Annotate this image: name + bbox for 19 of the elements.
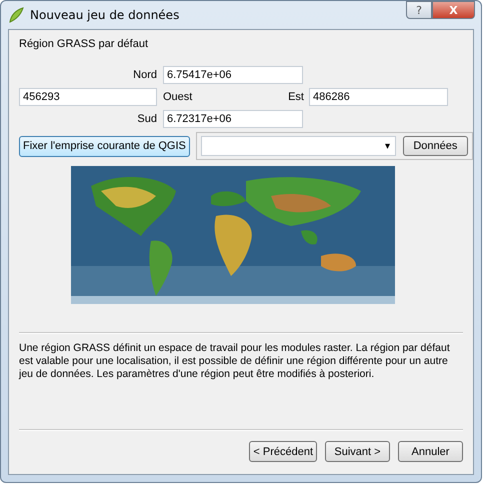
leaf-icon <box>8 7 24 23</box>
wizard-button[interactable]: Suivant > <box>325 441 390 462</box>
east-label: Est <box>288 91 304 103</box>
data-button[interactable]: Données <box>402 136 468 156</box>
south-field[interactable]: 6.72317e+06 <box>163 110 303 128</box>
north-field[interactable]: 6.75417e+06 <box>163 66 303 84</box>
north-label: Nord <box>132 69 158 81</box>
description-text: Une région GRASS définit un espace de travail pour les modules raster. La région par défaut est valable pour une localisation, il est possible de définir une région différente pour un autre jeu de données. Les paramètres d'une région peut être modifiés à posteriori. <box>19 342 451 381</box>
south-label: Sud <box>136 113 158 125</box>
set-extent-button[interactable]: Fixer l'emprise courante de QGIS <box>19 136 190 156</box>
wizard-button[interactable]: < Précédent <box>249 441 317 462</box>
wizard-button[interactable]: Annuler <box>398 441 463 462</box>
layer-dropdown[interactable]: ▾ <box>200 136 396 156</box>
west-label: Ouest <box>162 91 194 103</box>
help-button[interactable]: ? <box>406 1 432 19</box>
section-title: Région GRASS par défaut <box>19 38 150 52</box>
west-field[interactable]: 456293 <box>19 88 157 106</box>
window-title: Nouveau jeu de données <box>30 8 180 22</box>
east-field[interactable]: 486286 <box>309 88 448 106</box>
